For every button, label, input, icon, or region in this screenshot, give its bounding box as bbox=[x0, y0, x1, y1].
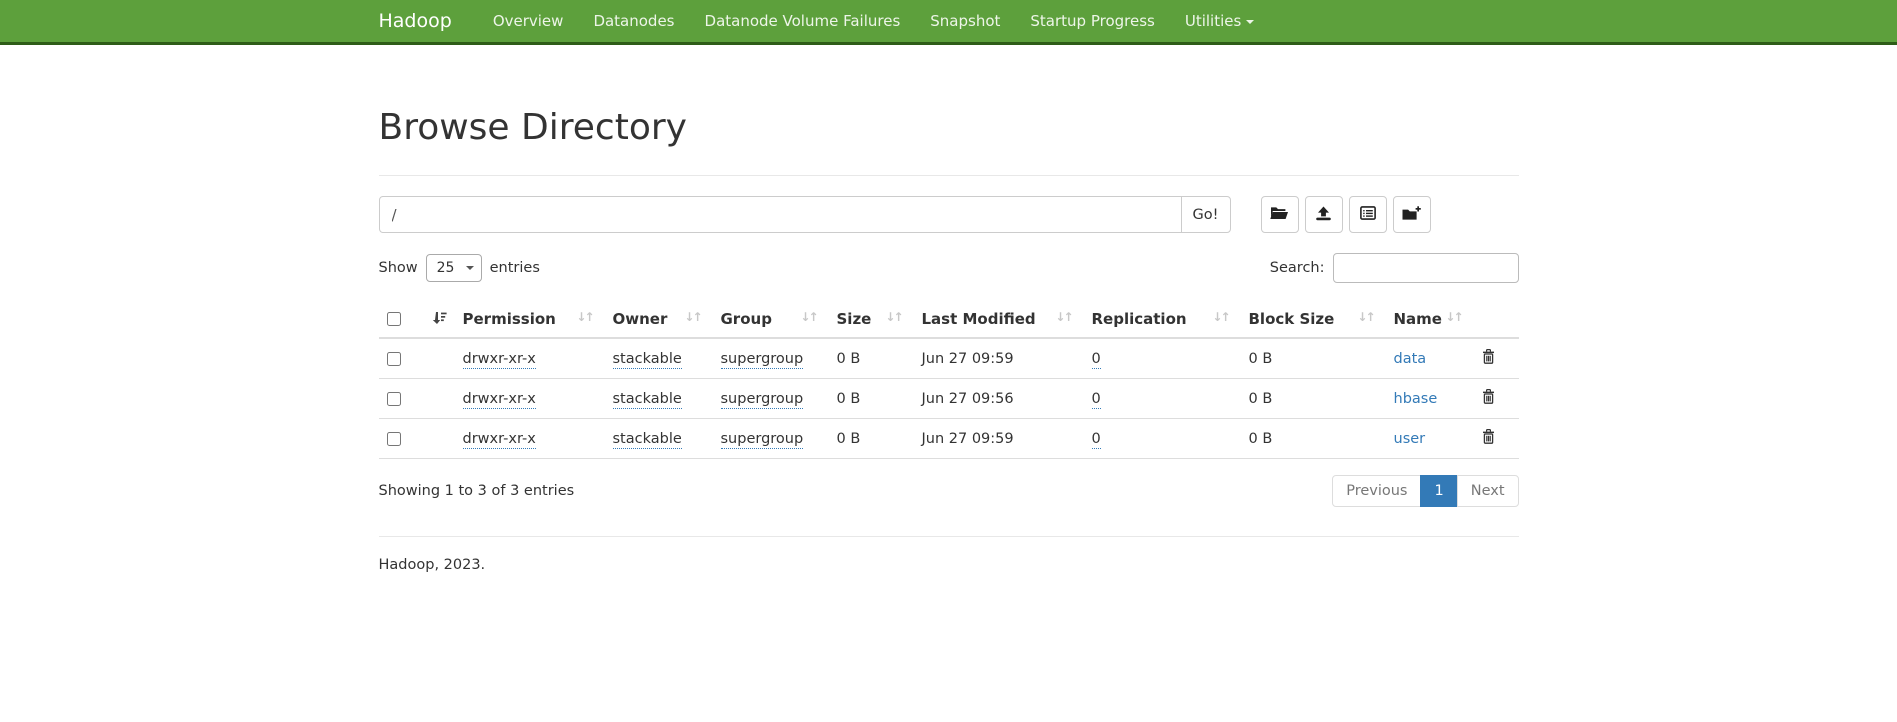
sort-both-icon: ↓↑ bbox=[684, 310, 704, 324]
nav-dropdown-utilities[interactable]: Utilities bbox=[1170, 0, 1269, 42]
block-size-cell: 0 B bbox=[1241, 338, 1386, 379]
permission-cell[interactable]: drwxr-xr-x bbox=[463, 431, 536, 449]
sort-both-icon: ↓↑ bbox=[1445, 310, 1465, 324]
pagination-previous[interactable]: Previous bbox=[1332, 475, 1421, 507]
delete-button[interactable] bbox=[1482, 349, 1495, 364]
trash-icon bbox=[1482, 392, 1495, 407]
delete-button[interactable] bbox=[1482, 429, 1495, 444]
permission-cell[interactable]: drwxr-xr-x bbox=[463, 351, 536, 369]
show-label: Show bbox=[379, 260, 418, 276]
table-header-row: Permission↓↑ Owner↓↑ Group↓↑ Size↓↑ Last… bbox=[379, 301, 1519, 338]
divider bbox=[379, 175, 1519, 176]
size-cell: 0 B bbox=[829, 419, 914, 459]
entries-label: entries bbox=[490, 260, 540, 276]
col-header-group[interactable]: Group↓↑ bbox=[713, 301, 829, 338]
size-cell: 0 B bbox=[829, 379, 914, 419]
folder-open-icon bbox=[1270, 206, 1289, 223]
row-checkbox[interactable] bbox=[387, 352, 401, 366]
row-checkbox[interactable] bbox=[387, 432, 401, 446]
nav-item-snapshot[interactable]: Snapshot bbox=[915, 0, 1015, 42]
nav-item-datanodes[interactable]: Datanodes bbox=[578, 0, 689, 42]
delete-button[interactable] bbox=[1482, 389, 1495, 404]
block-size-cell: 0 B bbox=[1241, 419, 1386, 459]
directory-link[interactable]: hbase bbox=[1394, 391, 1438, 407]
col-header-last-modified[interactable]: Last Modified↓↑ bbox=[914, 301, 1084, 338]
table-row: drwxr-xr-x stackable supergroup 0 B Jun … bbox=[379, 338, 1519, 379]
nav-item-overview[interactable]: Overview bbox=[478, 0, 579, 42]
footer-text: Hadoop, 2023. bbox=[379, 557, 1519, 573]
search-label: Search: bbox=[1270, 260, 1325, 276]
col-header-owner[interactable]: Owner↓↑ bbox=[605, 301, 713, 338]
sort-both-icon: ↓↑ bbox=[1212, 310, 1232, 324]
upload-icon bbox=[1315, 206, 1332, 224]
last-modified-cell: Jun 27 09:59 bbox=[914, 419, 1084, 459]
top-navbar: Hadoop Overview Datanodes Datanode Volum… bbox=[0, 0, 1897, 45]
path-input-group: Go! bbox=[379, 196, 1231, 233]
sort-both-icon: ↓↑ bbox=[1357, 310, 1377, 324]
sort-both-icon: ↓↑ bbox=[885, 310, 905, 324]
footer-divider bbox=[379, 536, 1519, 537]
table-row: drwxr-xr-x stackable supergroup 0 B Jun … bbox=[379, 419, 1519, 459]
table-info: Showing 1 to 3 of 3 entries bbox=[379, 475, 575, 499]
directory-listing-table: Permission↓↑ Owner↓↑ Group↓↑ Size↓↑ Last… bbox=[379, 301, 1519, 459]
replication-cell[interactable]: 0 bbox=[1092, 391, 1101, 409]
length-select[interactable]: 25 bbox=[426, 254, 482, 282]
navbar-brand[interactable]: Hadoop bbox=[379, 10, 452, 32]
group-cell[interactable]: supergroup bbox=[721, 431, 804, 449]
navbar-menu: Overview Datanodes Datanode Volume Failu… bbox=[478, 0, 1270, 42]
summary-button[interactable] bbox=[1349, 196, 1387, 233]
row-checkbox[interactable] bbox=[387, 392, 401, 406]
owner-cell[interactable]: stackable bbox=[613, 391, 682, 409]
nav-item-datanode-volume-failures[interactable]: Datanode Volume Failures bbox=[690, 0, 916, 42]
col-header-name[interactable]: Name↓↑ bbox=[1386, 301, 1474, 338]
pagination: Previous 1 Next bbox=[1332, 475, 1518, 507]
list-alt-icon bbox=[1360, 206, 1376, 223]
page-length-control: Show 25 entries bbox=[379, 254, 540, 282]
directory-link[interactable]: user bbox=[1394, 431, 1426, 447]
replication-cell[interactable]: 0 bbox=[1092, 351, 1101, 369]
select-all-checkbox[interactable] bbox=[387, 312, 401, 326]
explorer-actions bbox=[1261, 196, 1431, 233]
go-button[interactable]: Go! bbox=[1181, 196, 1231, 233]
col-header-replication[interactable]: Replication↓↑ bbox=[1084, 301, 1241, 338]
sort-both-icon: ↓↑ bbox=[1055, 310, 1075, 324]
table-row: drwxr-xr-x stackable supergroup 0 B Jun … bbox=[379, 379, 1519, 419]
pagination-next[interactable]: Next bbox=[1458, 475, 1519, 507]
sort-asc-icon[interactable] bbox=[432, 310, 447, 328]
pagination-page-1[interactable]: 1 bbox=[1421, 475, 1457, 507]
path-toolbar: Go! bbox=[379, 196, 1519, 233]
trash-icon bbox=[1482, 352, 1495, 367]
sort-both-icon: ↓↑ bbox=[800, 310, 820, 324]
owner-cell[interactable]: stackable bbox=[613, 351, 682, 369]
upload-files-button[interactable] bbox=[1305, 196, 1343, 233]
group-cell[interactable]: supergroup bbox=[721, 351, 804, 369]
col-header-permission[interactable]: Permission↓↑ bbox=[455, 301, 605, 338]
col-header-block-size[interactable]: Block Size↓↑ bbox=[1241, 301, 1386, 338]
col-header-size[interactable]: Size↓↑ bbox=[829, 301, 914, 338]
directory-link[interactable]: data bbox=[1394, 351, 1427, 367]
create-directory-button[interactable] bbox=[1261, 196, 1299, 233]
last-modified-cell: Jun 27 09:56 bbox=[914, 379, 1084, 419]
cut-paste-button[interactable] bbox=[1393, 196, 1431, 233]
sort-both-icon: ↓↑ bbox=[576, 310, 596, 324]
replication-cell[interactable]: 0 bbox=[1092, 431, 1101, 449]
folder-move-icon bbox=[1402, 206, 1421, 224]
owner-cell[interactable]: stackable bbox=[613, 431, 682, 449]
permission-cell[interactable]: drwxr-xr-x bbox=[463, 391, 536, 409]
length-select-wrap: 25 bbox=[426, 254, 482, 282]
nav-item-startup-progress[interactable]: Startup Progress bbox=[1015, 0, 1169, 42]
col-header-actions bbox=[1474, 301, 1519, 338]
trash-icon bbox=[1482, 432, 1495, 447]
block-size-cell: 0 B bbox=[1241, 379, 1386, 419]
group-cell[interactable]: supergroup bbox=[721, 391, 804, 409]
caret-down-icon bbox=[1246, 20, 1254, 24]
search-input[interactable] bbox=[1333, 253, 1519, 283]
page-title: Browse Directory bbox=[379, 107, 1519, 148]
size-cell: 0 B bbox=[829, 338, 914, 379]
table-search-control: Search: bbox=[1270, 253, 1519, 283]
directory-path-input[interactable] bbox=[379, 196, 1182, 233]
last-modified-cell: Jun 27 09:59 bbox=[914, 338, 1084, 379]
